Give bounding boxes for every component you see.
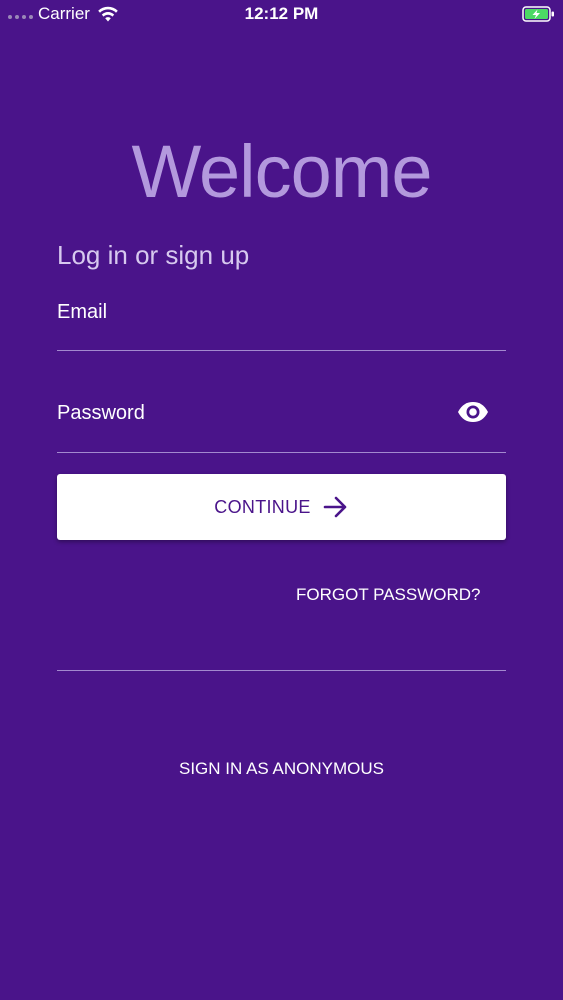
eye-icon[interactable] <box>457 400 489 424</box>
password-field[interactable]: Password <box>57 398 506 454</box>
battery-charging-icon <box>522 6 554 22</box>
divider <box>57 670 506 671</box>
arrow-right-icon <box>323 496 347 518</box>
email-underline <box>57 350 506 351</box>
continue-label: CONTINUE <box>214 496 311 517</box>
password-underline <box>57 452 506 453</box>
continue-button[interactable]: CONTINUE <box>57 474 506 540</box>
status-bar: Carrier 12:12 PM <box>0 0 563 28</box>
status-time: 12:12 PM <box>244 4 319 23</box>
welcome-title: Welcome <box>131 130 432 213</box>
password-label: Password <box>57 402 145 424</box>
sign-in-anonymous-link[interactable]: SIGN IN AS ANONYMOUS <box>0 758 563 780</box>
email-field[interactable]: Email <box>57 298 506 352</box>
email-label: Email <box>57 301 108 323</box>
page-subtitle: Log in or sign up <box>57 240 250 270</box>
forgot-password-link[interactable]: FORGOT PASSWORD? <box>296 584 481 606</box>
